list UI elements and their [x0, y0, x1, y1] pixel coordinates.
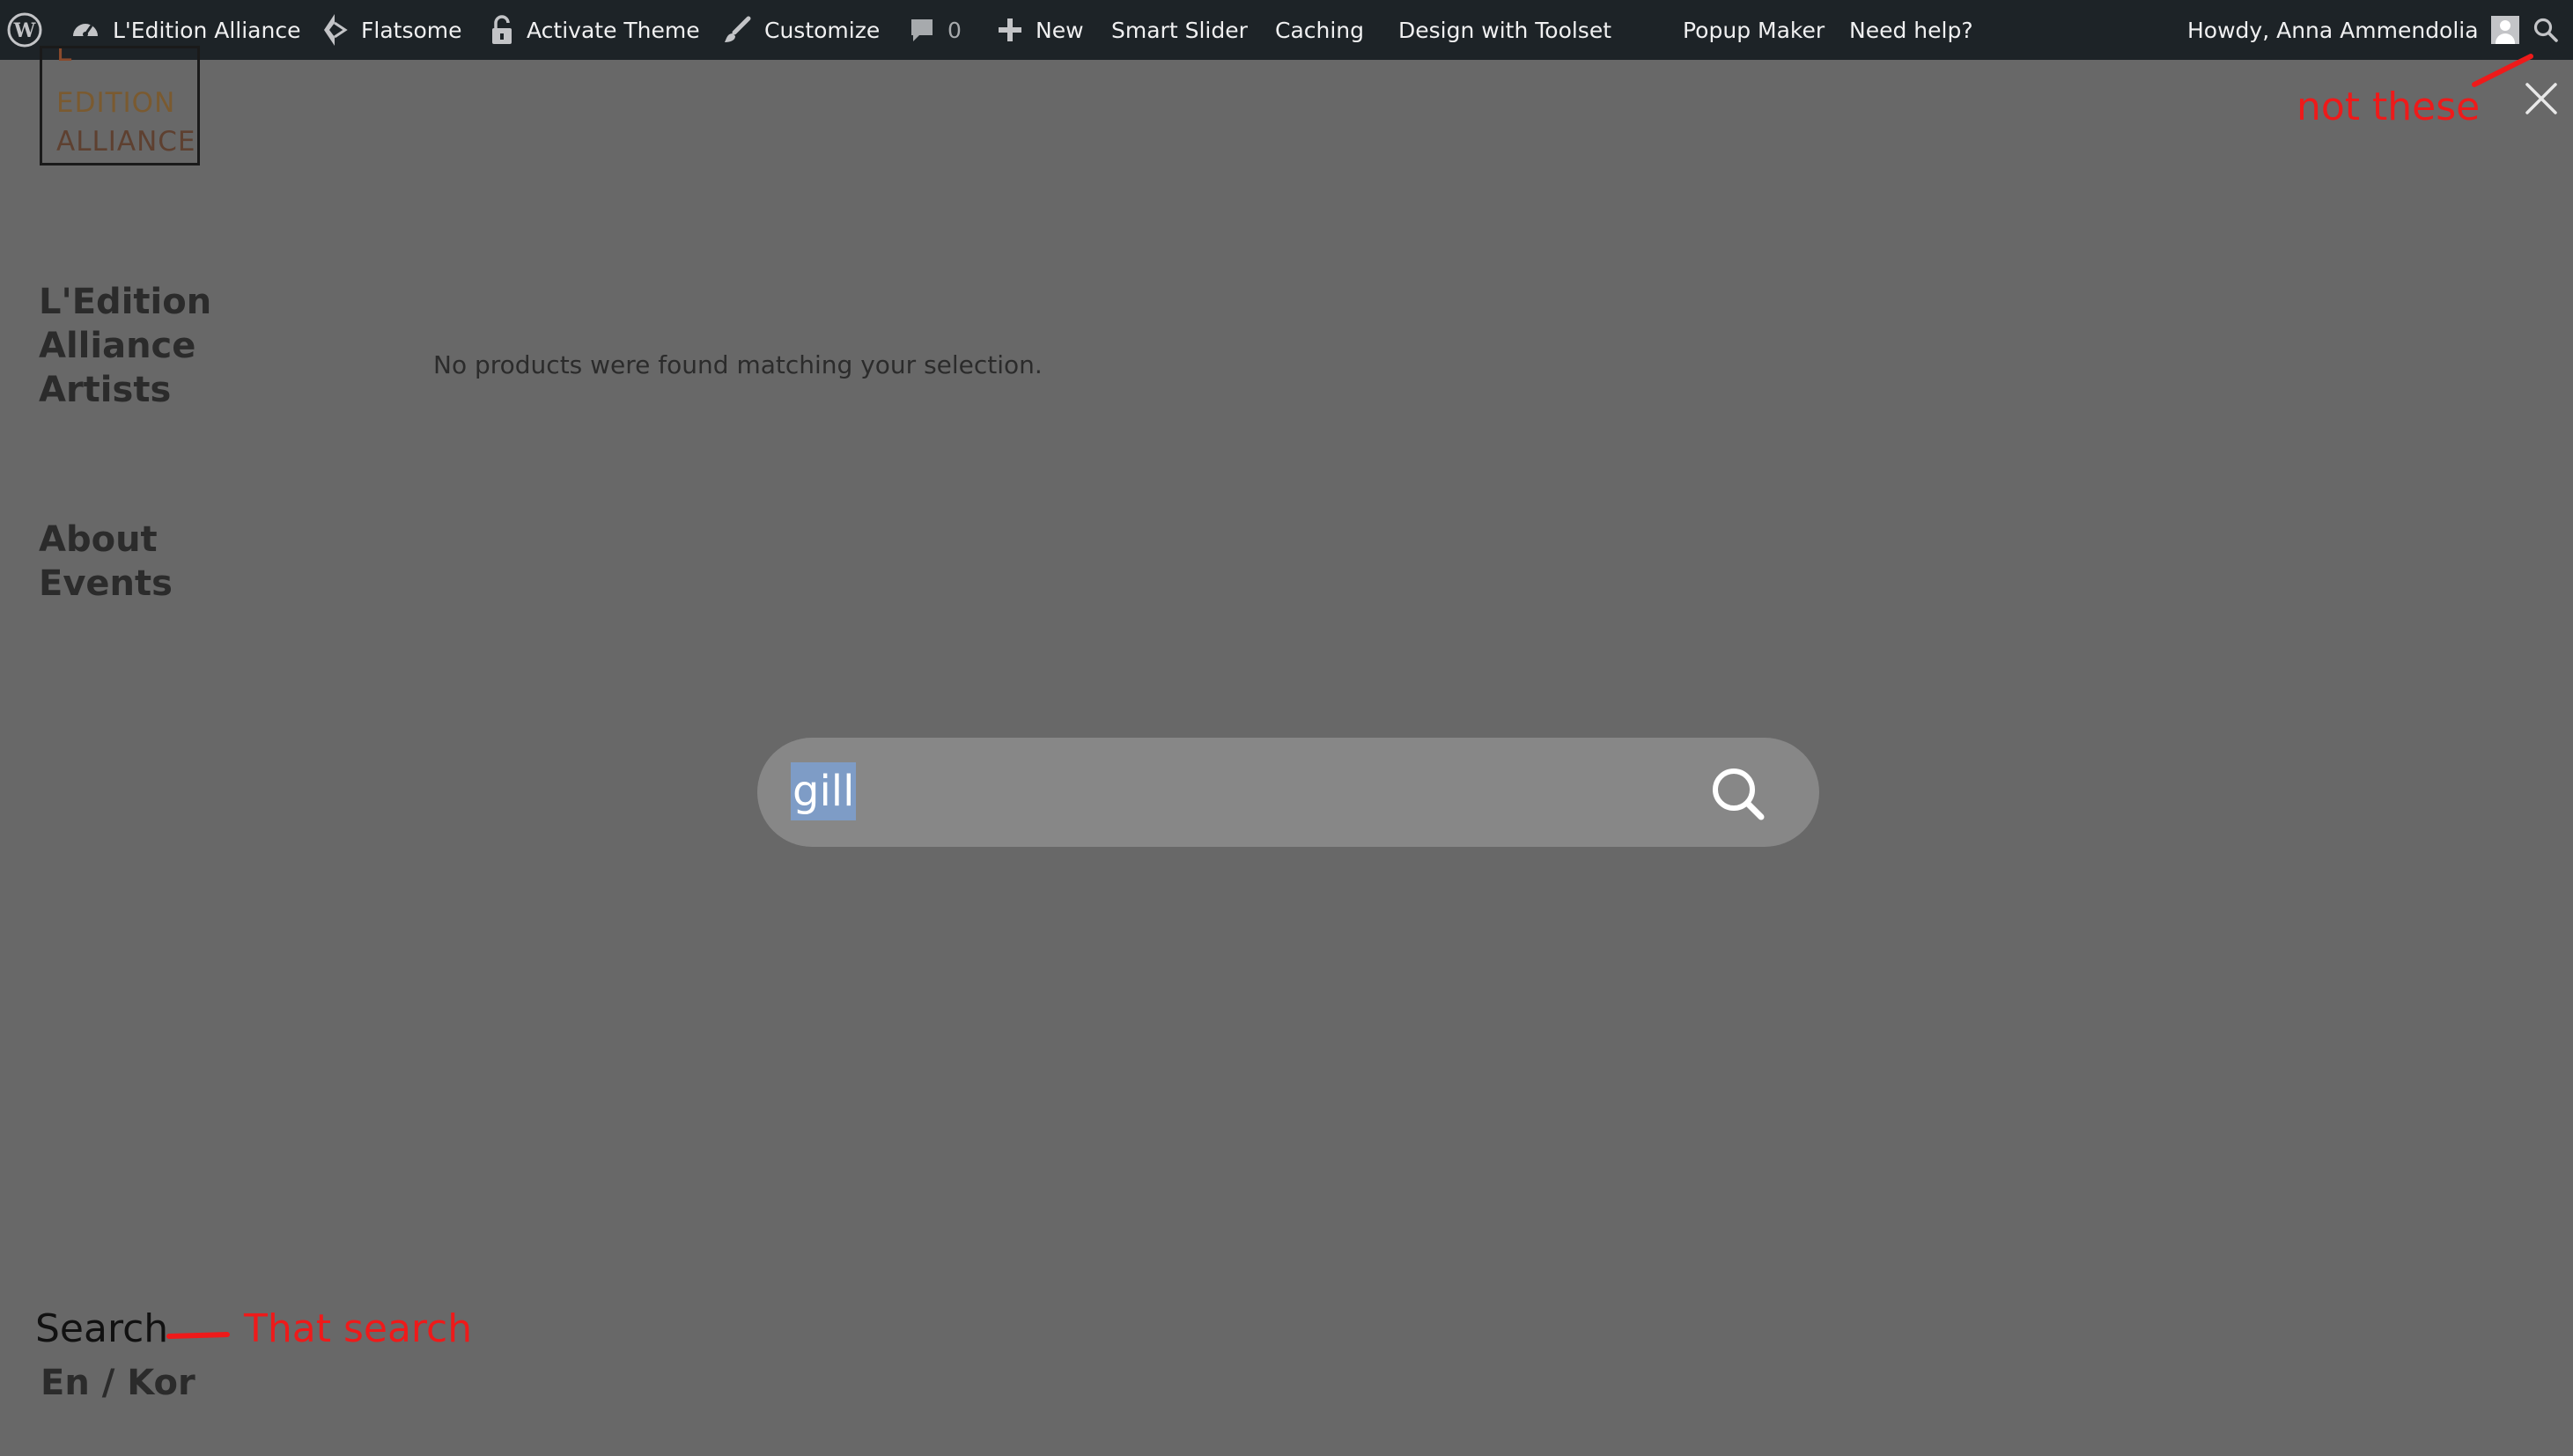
- secondary-nav: About Events: [39, 518, 173, 606]
- design-toolset-label: Design with Toolset: [1398, 17, 1612, 43]
- footer-search-link[interactable]: Search: [35, 1306, 168, 1351]
- search-form: gill: [757, 738, 1819, 847]
- flatsome-icon: [321, 12, 349, 48]
- howdy-label: Howdy, Anna Ammendolia: [2187, 17, 2479, 43]
- caching-link[interactable]: Caching: [1275, 0, 1364, 60]
- logo-line-3: ALLIANCE: [56, 126, 196, 158]
- popup-maker-link[interactable]: Popup Maker: [1683, 0, 1825, 60]
- avatar: [2490, 16, 2519, 44]
- nav-link-ledition[interactable]: L'Edition: [39, 280, 211, 324]
- nav-link-alliance[interactable]: Alliance: [39, 324, 211, 368]
- no-products-notice: No products were found matching your sel…: [433, 350, 1043, 379]
- need-help-label: Need help?: [1849, 17, 1973, 43]
- annotation-not-these: not these: [2297, 85, 2481, 129]
- annotation-that-search: That search: [244, 1306, 473, 1351]
- theme-menu[interactable]: Flatsome: [321, 0, 462, 60]
- comments-count: 0: [947, 17, 962, 43]
- close-overlay-button[interactable]: [2520, 77, 2562, 120]
- search-input[interactable]: gill: [791, 762, 857, 820]
- close-icon: [2525, 83, 2557, 114]
- paintbrush-icon: [722, 15, 752, 45]
- annotation-strokes: [166, 54, 2533, 1339]
- new-content-menu[interactable]: New: [997, 0, 1084, 60]
- smart-slider-link[interactable]: Smart Slider: [1111, 0, 1248, 60]
- magnifier-icon: [1713, 768, 1765, 820]
- comments-link[interactable]: 0: [909, 0, 962, 60]
- customize-link[interactable]: Customize: [722, 0, 880, 60]
- svg-text:W: W: [13, 19, 36, 42]
- caching-label: Caching: [1275, 17, 1365, 43]
- dashboard-icon: [70, 15, 100, 45]
- search-icon: [2532, 17, 2559, 43]
- plus-icon: [997, 17, 1023, 43]
- theme-label: Flatsome: [361, 17, 462, 43]
- annotation-stroke-bottom: [166, 1332, 230, 1339]
- search-submit-button[interactable]: [1708, 764, 1766, 822]
- wordpress-icon: W: [7, 12, 42, 48]
- logo-line-2: EDITION: [56, 87, 176, 119]
- nav-link-about[interactable]: About: [39, 518, 173, 562]
- site-name-label: L'Edition Alliance: [113, 17, 301, 43]
- site-logo[interactable]: L EDITION ALLIANCE: [40, 46, 200, 165]
- wp-admin-bar: W L'Edition Alliance Flatsome Activate T…: [0, 0, 2573, 60]
- design-toolset-link[interactable]: Design with Toolset: [1398, 0, 1611, 60]
- activate-theme-link[interactable]: Activate Theme: [490, 0, 700, 60]
- logo-line-1: L: [56, 46, 73, 68]
- customize-label: Customize: [764, 17, 881, 43]
- nav-link-artists[interactable]: Artists: [39, 368, 211, 412]
- new-label: New: [1036, 17, 1084, 43]
- comment-bubble-icon: [909, 17, 935, 43]
- primary-nav: L'Edition Alliance Artists: [39, 280, 211, 412]
- adminbar-search-button[interactable]: [2532, 0, 2559, 60]
- language-switcher[interactable]: En / Kor: [41, 1363, 195, 1403]
- need-help-link[interactable]: Need help?: [1849, 0, 1973, 60]
- nav-link-events[interactable]: Events: [39, 562, 173, 606]
- popup-maker-label: Popup Maker: [1683, 17, 1825, 43]
- lock-icon: [490, 14, 514, 46]
- my-account-menu[interactable]: Howdy, Anna Ammendolia: [2187, 0, 2519, 60]
- activate-theme-label: Activate Theme: [527, 17, 700, 43]
- smart-slider-label: Smart Slider: [1111, 17, 1248, 43]
